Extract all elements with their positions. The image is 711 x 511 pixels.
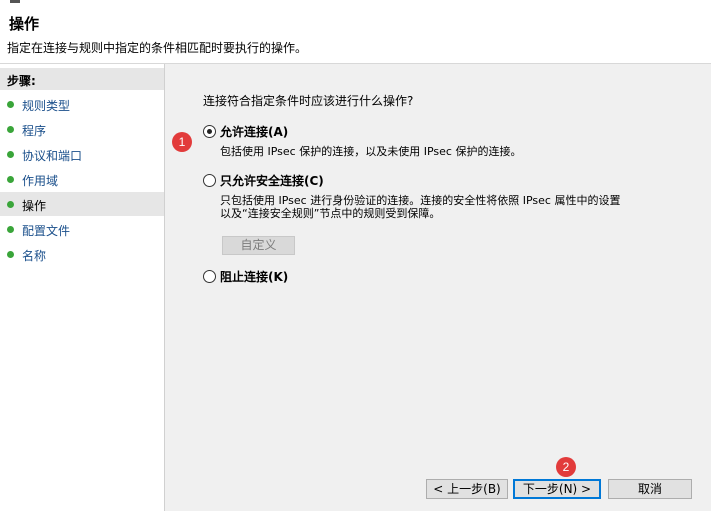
sidebar-item-label: 协议和端口 [22,149,83,163]
action-question: 连接符合指定条件时应该进行什么操作? [203,94,414,108]
sidebar-item-action[interactable]: 操作 [0,192,164,216]
step-dot-icon [7,226,14,233]
secure-description-line1: 只包括使用 IPsec 进行身份验证的连接。连接的安全性将依照 IPsec 属性… [220,194,621,207]
allow-radio[interactable] [203,125,216,138]
sidebar-item-protocol-port[interactable]: 协议和端口 [0,142,164,166]
steps-sidebar: 步骤: 规则类型 程序 协议和端口 作用域 操作 配置文件 名称 [0,64,165,511]
sidebar-item-label: 规则类型 [22,99,71,113]
sidebar-item-label: 操作 [22,199,47,213]
page-subtitle: 指定在连接与规则中指定的条件相匹配时要执行的操作。 [7,41,308,55]
page-title: 操作 [9,15,40,33]
wizard-header: 操作 指定在连接与规则中指定的条件相匹配时要执行的操作。 [0,0,711,64]
allow-description: 包括使用 IPsec 保护的连接，以及未使用 IPsec 保护的连接。 [220,145,522,158]
step-dot-icon [7,251,14,258]
back-button[interactable]: < 上一步(B) [426,479,508,499]
window-edge-mark [10,0,20,3]
step-dot-icon [7,176,14,183]
step-dot-icon [7,151,14,158]
secure-radio[interactable] [203,174,216,187]
sidebar-item-profile[interactable]: 配置文件 [0,217,164,241]
secure-label[interactable]: 只允许安全连接(C) [220,172,324,189]
sidebar-item-label: 配置文件 [22,224,71,238]
block-label[interactable]: 阻止连接(K) [220,268,288,285]
cancel-button[interactable]: 取消 [608,479,692,499]
sidebar-item-scope[interactable]: 作用域 [0,167,164,191]
main-panel: 连接符合指定条件时应该进行什么操作? 允许连接(A) 包括使用 IPsec 保护… [165,64,711,511]
next-button[interactable]: 下一步(N) > [513,479,601,499]
annotation-badge-2: 2 [556,457,576,477]
sidebar-item-label: 作用域 [22,174,59,188]
step-dot-icon [7,126,14,133]
sidebar-item-label: 名称 [22,249,47,263]
step-dot-icon [7,201,14,208]
steps-heading: 步骤: [0,68,164,90]
sidebar-item-rule-type[interactable]: 规则类型 [0,92,164,116]
allow-label[interactable]: 允许连接(A) [220,123,288,140]
block-radio[interactable] [203,270,216,283]
sidebar-item-label: 程序 [22,124,47,138]
secure-description-line2: 以及“连接安全规则”节点中的规则受到保障。 [220,207,441,220]
customize-button[interactable]: 自定义 [222,236,295,255]
sidebar-item-program[interactable]: 程序 [0,117,164,141]
sidebar-item-name[interactable]: 名称 [0,242,164,266]
annotation-badge-1: 1 [172,132,192,152]
step-dot-icon [7,101,14,108]
